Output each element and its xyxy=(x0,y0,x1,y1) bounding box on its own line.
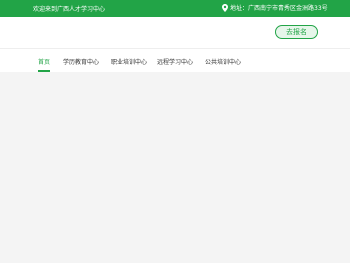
content-area xyxy=(0,72,350,263)
address-info: 地址：广西南宁市青秀区金洲路33号 xyxy=(222,3,328,12)
nav-item-academic-education[interactable]: 学历教育中心 xyxy=(63,57,99,66)
main-nav: 首页 学历教育中心 职业培训中心 远程学习中心 公共培训中心 xyxy=(0,48,350,72)
nav-item-remote-learning[interactable]: 远程学习中心 xyxy=(157,57,193,66)
location-pin-icon xyxy=(222,3,228,12)
nav-item-home[interactable]: 首页 xyxy=(38,57,50,66)
nav-item-public-training[interactable]: 公共培训中心 xyxy=(205,57,241,66)
header: 去报名 xyxy=(0,17,350,48)
welcome-text: 欢迎来到广西人才学习中心 xyxy=(33,6,106,13)
signup-button[interactable]: 去报名 xyxy=(275,25,318,39)
nav-item-vocational-training[interactable]: 职业培训中心 xyxy=(111,57,147,66)
address-text: 地址：广西南宁市青秀区金洲路33号 xyxy=(230,5,328,12)
top-bar: 欢迎来到广西人才学习中心 地址：广西南宁市青秀区金洲路33号 xyxy=(0,0,350,17)
